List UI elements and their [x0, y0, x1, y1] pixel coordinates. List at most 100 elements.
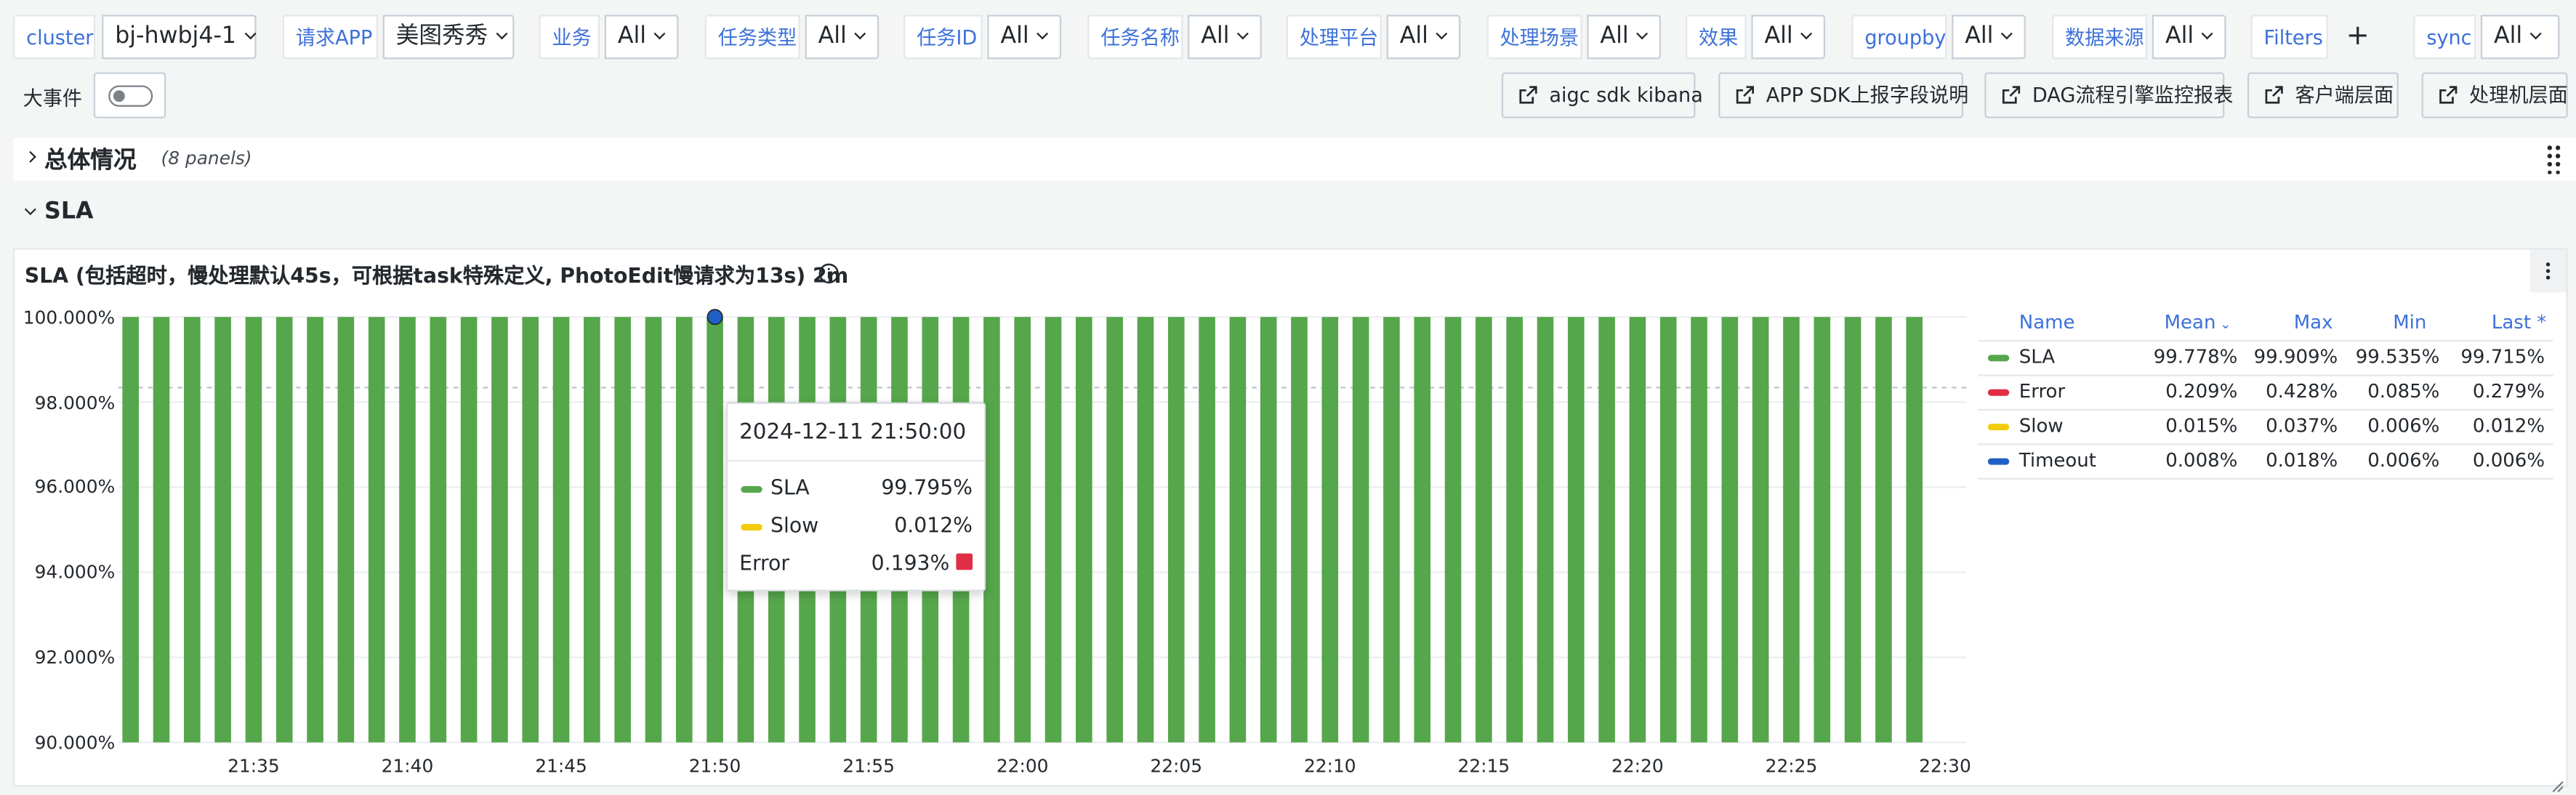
info-icon[interactable] [818, 259, 840, 291]
legend-header-max[interactable]: Max [2231, 310, 2333, 334]
bar-sla[interactable] [1814, 317, 1831, 743]
var-select-task-name[interactable]: All [1188, 15, 1262, 60]
bar-sla[interactable] [983, 317, 1000, 743]
bar-sla[interactable] [460, 317, 478, 743]
bar-sla[interactable] [1167, 317, 1185, 743]
bar-sla[interactable] [1383, 317, 1400, 743]
var-select-app[interactable]: 美图秀秀 [382, 15, 515, 60]
row-sla[interactable]: SLA [13, 194, 506, 233]
bar-sla[interactable] [645, 317, 662, 743]
bar-sla[interactable] [337, 317, 355, 743]
x-tick-label: 22:05 [1150, 755, 1203, 778]
add-filter-button[interactable]: + [2346, 20, 2370, 52]
bar-sla[interactable] [491, 317, 508, 743]
bar-sla[interactable] [1260, 317, 1277, 743]
var-value-business: All [617, 23, 647, 49]
bar-sla[interactable] [1229, 317, 1247, 743]
bar-sla[interactable] [1352, 317, 1369, 743]
bar-sla[interactable] [1567, 317, 1585, 743]
var-select-effect[interactable]: All [1751, 15, 1826, 60]
legend-max: 0.018% [2266, 448, 2338, 472]
legend-last: 99.715% [2460, 344, 2545, 368]
bar-sla[interactable] [1721, 317, 1739, 743]
bar-sla[interactable] [122, 317, 139, 743]
bar-sla[interactable] [1137, 317, 1154, 743]
legend-series-name[interactable]: Timeout [2019, 448, 2096, 472]
bar-sla[interactable] [1844, 317, 1861, 743]
bar-sla[interactable] [368, 317, 385, 743]
bar-sla[interactable] [1691, 317, 1707, 743]
bar-sla[interactable] [214, 317, 231, 743]
bar-sla[interactable] [1076, 317, 1092, 743]
bar-sla[interactable] [552, 317, 570, 743]
big-event-toggle[interactable] [108, 85, 153, 107]
bar-sla[interactable] [275, 317, 293, 743]
legend-header-min[interactable]: Min [2325, 310, 2426, 334]
bar-sla[interactable] [184, 317, 201, 743]
bar-sla[interactable] [245, 317, 262, 743]
var-select-scene[interactable]: All [1587, 15, 1662, 60]
bar-sla[interactable] [1906, 317, 1923, 743]
var-select-business[interactable]: All [604, 15, 679, 60]
bar-sla[interactable] [1537, 317, 1554, 743]
x-tick-label: 21:35 [228, 755, 280, 778]
bar-sla[interactable] [153, 317, 170, 743]
bar-sla[interactable] [675, 317, 693, 743]
drag-handle-icon[interactable] [2546, 145, 2563, 181]
legend-header-mean-label: Mean [2164, 310, 2216, 334]
legend-header-mean[interactable]: Mean ⌄ [2126, 310, 2231, 334]
bar-sla[interactable] [1476, 317, 1492, 743]
bar-sla[interactable] [430, 317, 447, 743]
bar-sla[interactable] [1321, 317, 1339, 743]
row-overview[interactable]: 总体情况 (8 panels) [13, 137, 2576, 181]
bar-sla[interactable] [1783, 317, 1800, 743]
bar-sla[interactable] [1045, 317, 1062, 743]
link-handler-level[interactable]: 处理机层面 [2421, 72, 2568, 118]
filters-label[interactable]: Filters [2250, 15, 2328, 60]
var-select-task-type[interactable]: All [805, 15, 880, 60]
bar-sla[interactable] [1414, 317, 1431, 743]
bar-sla[interactable] [1875, 317, 1892, 743]
bar-sla[interactable] [1106, 317, 1123, 743]
x-tick-label: 22:10 [1303, 755, 1356, 778]
var-select-groupby[interactable]: All [1952, 15, 2026, 60]
legend-series-name[interactable]: SLA [2019, 345, 2055, 368]
bar-sla[interactable] [614, 317, 631, 743]
y-tick-label: 96.000% [34, 476, 116, 498]
bar-sla[interactable] [1199, 317, 1215, 743]
resize-handle-icon[interactable] [2551, 769, 2564, 795]
legend-header-last[interactable]: Last * [2444, 310, 2546, 334]
var-select-cluster[interactable]: bj-hwbj4-1 [102, 15, 257, 60]
legend-series-name[interactable]: Slow [2019, 414, 2064, 437]
link-client-level[interactable]: 客户端层面 [2247, 72, 2399, 118]
bar-sla[interactable] [307, 317, 323, 743]
var-select-source[interactable]: All [2152, 15, 2226, 60]
link-dag-report[interactable]: DAG流程引擎监控报表 [1984, 72, 2233, 118]
bar-sla[interactable] [707, 317, 723, 743]
panel-menu-button[interactable] [2529, 249, 2567, 293]
bar-sla[interactable] [1598, 317, 1615, 743]
var-select-task-id[interactable]: All [987, 15, 1062, 60]
link-app-sdk-fields[interactable]: APP SDK上报字段说明 [1718, 72, 1968, 118]
bar-sla[interactable] [1014, 317, 1031, 743]
legend-mean: 0.008% [2165, 448, 2238, 472]
bar-sla[interactable] [1659, 317, 1677, 743]
legend-header-name[interactable]: Name [2019, 310, 2075, 334]
sla-chart[interactable] [118, 305, 1967, 748]
legend-series-name[interactable]: Error [2019, 379, 2065, 403]
x-tick-label: 22:25 [1765, 755, 1818, 778]
bar-sla[interactable] [522, 317, 539, 743]
bar-sla[interactable] [1752, 317, 1769, 743]
x-tick-label: 21:40 [381, 755, 434, 778]
bar-sla[interactable] [1506, 317, 1523, 743]
bar-sla[interactable] [399, 317, 416, 743]
bar-sla[interactable] [1629, 317, 1646, 743]
var-select-sync[interactable]: All [2480, 15, 2560, 60]
big-event-toggle-box[interactable] [93, 72, 166, 118]
bar-sla[interactable] [584, 317, 600, 743]
link-aigc-sdk-kibana[interactable]: aigc sdk kibana [1501, 72, 1703, 118]
chart-tooltip: 2024-12-11 21:50:00 SLA 99.795% Slow 0.0… [726, 402, 986, 592]
bar-sla[interactable] [1291, 317, 1308, 743]
var-select-platform[interactable]: All [1386, 15, 1461, 60]
bar-sla[interactable] [1444, 317, 1462, 743]
